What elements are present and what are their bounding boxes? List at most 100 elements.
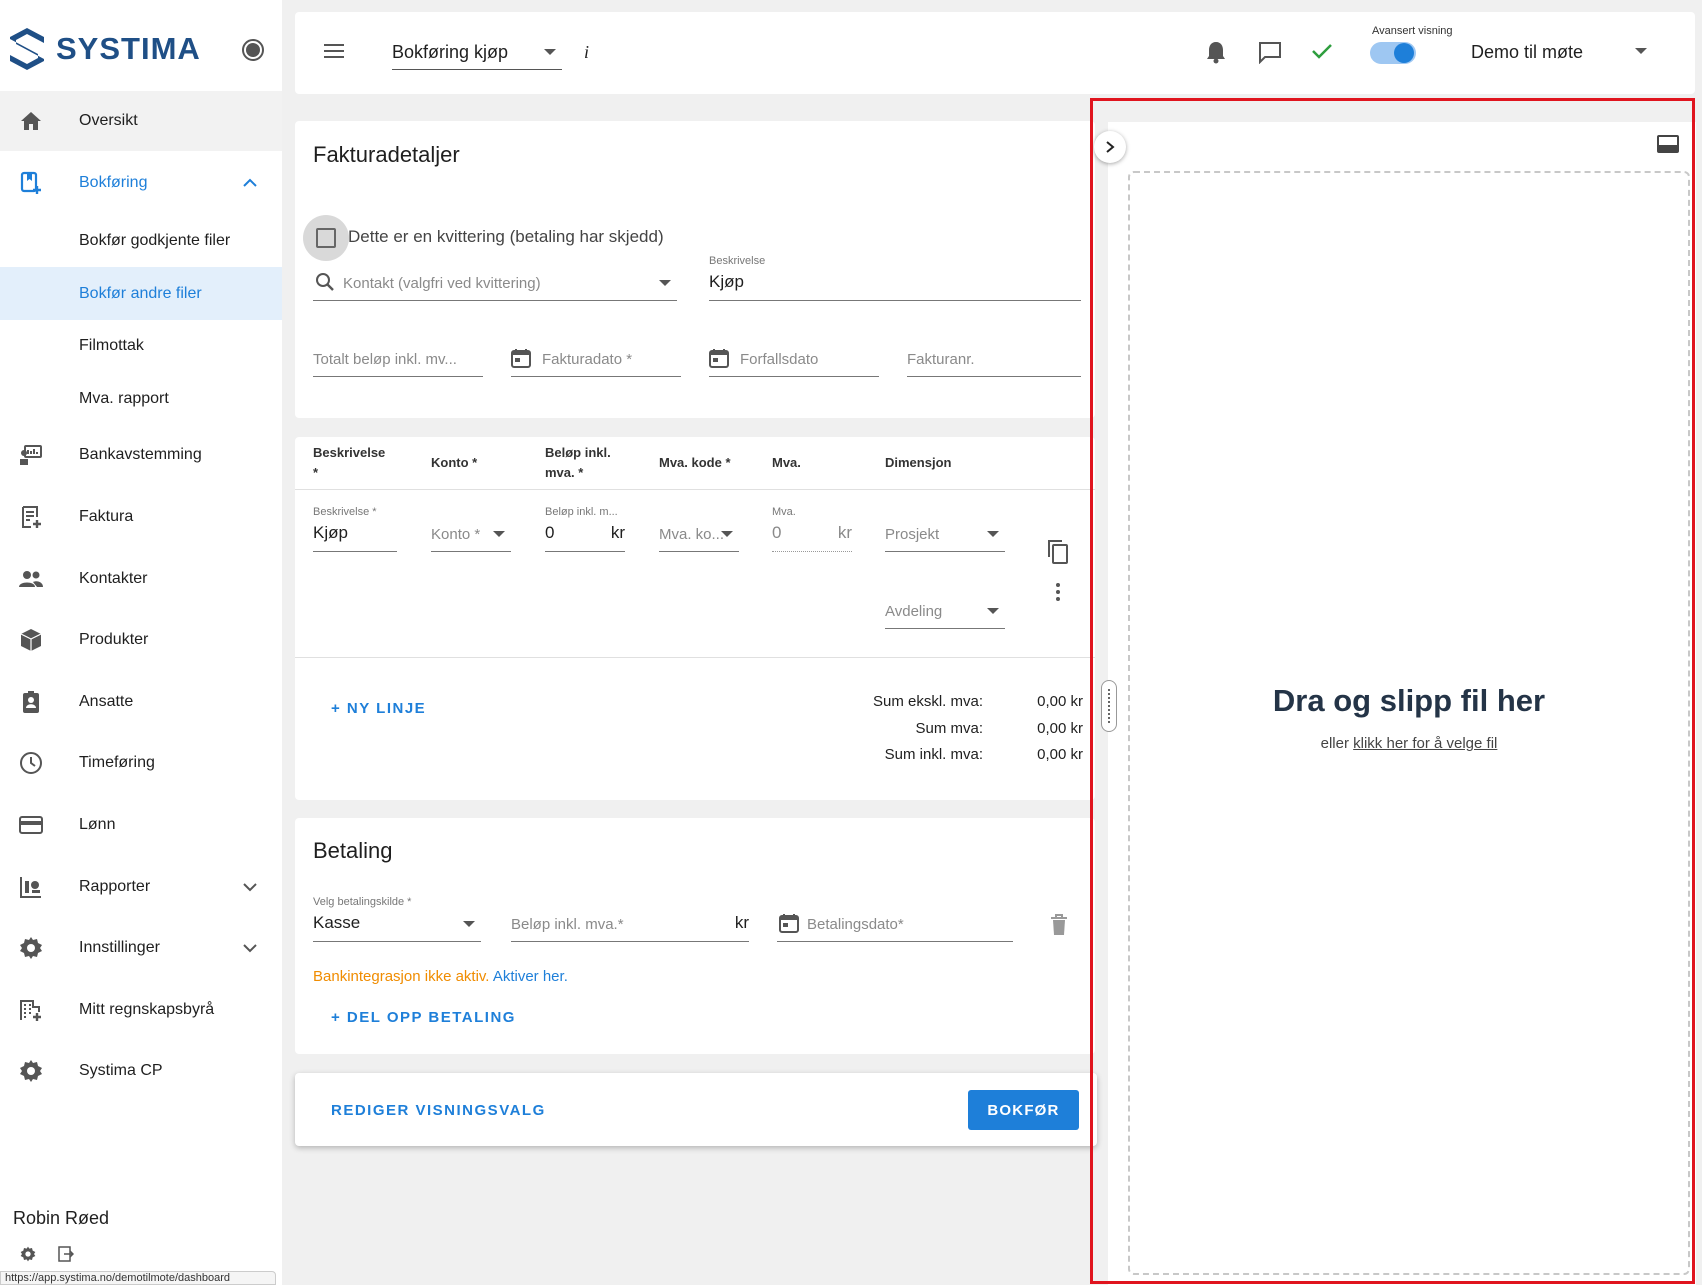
file-drop-zone[interactable]: Dra og slipp fil her eller klikk her for… — [1128, 171, 1690, 1275]
chevron-down-icon — [659, 280, 671, 286]
company-select[interactable]: Demo til møte — [1471, 42, 1583, 63]
panel-resize-handle[interactable] — [1101, 680, 1117, 732]
sidebar-item-label: Lønn — [79, 816, 116, 833]
chevron-down-icon[interactable] — [1635, 48, 1647, 54]
collapse-panel-button[interactable] — [1094, 131, 1126, 163]
sidebar-item-label: Filmottak — [79, 337, 144, 354]
sidebar-item-label: Faktura — [79, 508, 134, 525]
home-icon — [18, 108, 44, 134]
split-payment-button[interactable]: + DEL OPP BETALING — [331, 1009, 516, 1026]
more-vert-icon[interactable] — [1055, 582, 1061, 602]
edit-view-options-button[interactable]: REDIGER VISNINGSVALG — [331, 1102, 546, 1119]
sidebar-item-timeforing[interactable]: Timeføring — [0, 733, 282, 793]
calendar-icon — [511, 349, 531, 368]
chevron-down-icon — [987, 608, 999, 614]
sidebar-item-label: Bokfør godkjente filer — [79, 232, 231, 249]
sidebar-subitem-filmottak[interactable]: Filmottak — [0, 316, 282, 376]
delete-icon[interactable] — [1050, 914, 1068, 936]
sidebar-item-bankavstemming[interactable]: Bankavstemming — [0, 425, 282, 485]
payment-source-select[interactable]: Velg betalingskilde * Kasse — [313, 896, 481, 942]
bell-icon[interactable] — [1205, 40, 1227, 64]
page-type-select[interactable]: Bokføring kjøp — [392, 36, 562, 70]
menu-icon[interactable] — [324, 44, 344, 58]
chart-icon — [18, 874, 44, 900]
sidebar-subitem-bokfor-andre[interactable]: Bokfør andre filer — [0, 267, 282, 320]
systima-logo-icon — [10, 28, 44, 70]
sidebar-item-rapporter[interactable]: Rapporter — [0, 857, 282, 917]
sidebar-item-bokforing[interactable]: Bokføring — [0, 153, 282, 213]
user-settings-icon[interactable] — [20, 1246, 36, 1262]
sidebar-mini-toggle[interactable] — [242, 39, 264, 61]
systima-logo[interactable]: SYSTIMA — [8, 26, 201, 72]
search-icon — [316, 273, 334, 291]
line-vat-amount: Mva. 0 kr — [772, 506, 852, 552]
sidebar-item-label: Ansatte — [79, 693, 134, 710]
chevron-down-icon — [544, 49, 556, 55]
advanced-view-toggle[interactable] — [1370, 42, 1416, 64]
activate-bank-link[interactable]: Aktiver her. — [493, 968, 568, 985]
line-amount-input[interactable]: Beløp inkl. m... 0 kr — [545, 506, 625, 552]
sidebar-item-systima-cp[interactable]: Systima CP — [0, 1041, 282, 1101]
sidebar-item-faktura[interactable]: Faktura — [0, 487, 282, 547]
line-description-input[interactable]: Beskrivelse * Kjøp — [313, 506, 397, 552]
layout-toggle-icon[interactable] — [1657, 135, 1679, 153]
sidebar-item-lonn[interactable]: Lønn — [0, 795, 282, 855]
sidebar-item-oversikt[interactable]: Oversikt — [0, 91, 282, 151]
receipt-checkbox[interactable] — [303, 215, 349, 261]
sidebar-item-label: Timeføring — [79, 754, 155, 771]
sum-excl-vat-value: 0,00 kr — [1037, 693, 1083, 710]
sidebar-item-label: Innstillinger — [79, 939, 160, 956]
invoice-number-input[interactable]: Fakturanr. — [907, 337, 1081, 377]
payment-card: Betaling Velg betalingskilde * Kasse Bel… — [295, 818, 1095, 1054]
currency-suffix: kr — [610, 523, 625, 542]
sidebar: SYSTIMA Oversikt Bokføring Bokfør godkje… — [0, 0, 282, 1285]
chevron-down-icon — [243, 883, 257, 892]
sidebar-item-label: Bankavstemming — [79, 446, 202, 463]
card-icon — [18, 812, 44, 838]
total-amount-input[interactable]: Totalt beløp inkl. mv... — [313, 337, 483, 377]
chevron-down-icon — [243, 944, 257, 953]
rows-divider — [295, 657, 1095, 658]
line-project-select[interactable]: Prosjekt — [885, 512, 1005, 552]
line-vat-code-select[interactable]: Mva. ko... — [659, 512, 739, 552]
contact-search-input[interactable]: Kontakt (valgfri ved kvittering) — [313, 261, 677, 301]
line-department-select[interactable]: Avdeling — [885, 589, 1005, 629]
invoice-details-title: Fakturadetaljer — [313, 142, 460, 167]
currency-suffix: kr — [734, 913, 749, 932]
receipt-checkbox-label: Dette er en kvittering (betaling har skj… — [348, 227, 664, 246]
due-date-input[interactable]: Forfallsdato — [709, 337, 879, 377]
bookkeeping-icon — [18, 170, 44, 196]
description-input[interactable]: Beskrivelse Kjøp — [709, 255, 1081, 301]
sum-incl-vat-label: Sum inkl. mva: — [884, 746, 983, 763]
col-header-vat-code: Mva. kode * — [659, 455, 731, 470]
col-header-vat: Mva. — [772, 455, 801, 470]
sidebar-subitem-bokfor-godkjente[interactable]: Bokfør godkjente filer — [0, 211, 282, 271]
sidebar-item-kontakter[interactable]: Kontakter — [0, 549, 282, 609]
info-icon[interactable]: i — [584, 42, 589, 63]
choose-file-link[interactable]: klikk her for å velge fil — [1353, 735, 1497, 752]
chevron-down-icon — [463, 921, 475, 927]
check-icon[interactable] — [1311, 40, 1333, 62]
sidebar-item-innstillinger[interactable]: Innstillinger — [0, 918, 282, 978]
sidebar-item-mitt-regnskapsbyra[interactable]: Mitt regnskapsbyrå — [0, 980, 282, 1040]
description-label: Beskrivelse — [709, 255, 766, 267]
invoice-date-input[interactable]: Fakturadato * — [511, 337, 681, 377]
payment-amount-input[interactable]: Beløp inkl. mva.* kr — [511, 902, 749, 942]
chevron-up-icon — [243, 178, 257, 187]
new-line-button[interactable]: + NY LINJE — [331, 700, 426, 717]
sidebar-item-label: Rapporter — [79, 878, 151, 895]
badge-icon — [18, 689, 44, 715]
sidebar-item-ansatte[interactable]: Ansatte — [0, 672, 282, 732]
submit-button[interactable]: BOKFØR — [968, 1090, 1079, 1130]
chat-icon[interactable] — [1258, 40, 1282, 64]
gear-icon — [18, 935, 44, 961]
sidebar-subitem-mva-rapport[interactable]: Mva. rapport — [0, 369, 282, 429]
line-account-select[interactable]: Konto * — [431, 512, 511, 552]
sidebar-item-label: Kontakter — [79, 570, 148, 587]
copy-icon[interactable] — [1047, 539, 1069, 565]
payment-date-input[interactable]: Betalingsdato* — [777, 902, 1013, 942]
sidebar-item-label: Mva. rapport — [79, 390, 169, 407]
logout-icon[interactable] — [58, 1246, 74, 1262]
bank-integration-notice: Bankintegrasjon ikke aktiv. Aktiver her. — [313, 968, 568, 985]
sidebar-item-produkter[interactable]: Produkter — [0, 610, 282, 670]
